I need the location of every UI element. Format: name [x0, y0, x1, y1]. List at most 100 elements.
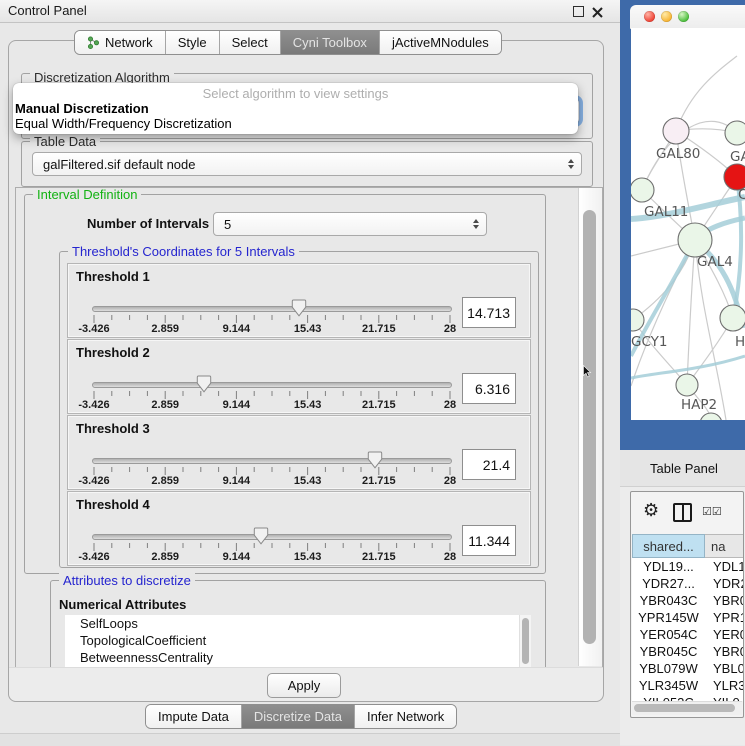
numerical-attributes-list[interactable]: SelfLoopsTopologicalCoefficientBetweenne… — [65, 615, 531, 669]
group-title: Threshold's Coordinates for 5 Intervals — [68, 244, 299, 259]
select-columns-checkbox-icons[interactable]: ☑☑ — [702, 505, 722, 518]
cell-shared-name: YDL19... — [632, 558, 705, 575]
threshold-value-field[interactable]: 6.316 — [462, 373, 516, 404]
node-label: GA — [730, 149, 745, 165]
table-data-value: galFiltered.sif default node — [43, 157, 195, 172]
close-traffic-light-icon[interactable] — [644, 11, 655, 22]
slider-thumb[interactable] — [291, 299, 307, 317]
network-node-green[interactable] — [700, 413, 722, 420]
table-panel-titlebar: Table Panel — [620, 450, 745, 487]
number-of-intervals-select[interactable]: 5 — [213, 212, 487, 236]
tab-jactivemnodules[interactable]: jActiveMNodules — [380, 31, 501, 54]
network-node-green[interactable] — [631, 178, 654, 202]
network-node-green[interactable] — [678, 223, 712, 257]
column-header-shared-name[interactable]: shared... — [632, 534, 705, 558]
slider-track[interactable] — [92, 534, 452, 540]
stepper-arrows-icon — [568, 159, 574, 169]
table-data-select[interactable]: galFiltered.sif default node — [32, 152, 582, 176]
close-icon[interactable] — [592, 5, 603, 16]
slider-tick-label: 15.43 — [294, 323, 322, 335]
threshold-value-field[interactable]: 21.4 — [462, 449, 516, 480]
table-row[interactable]: YBR043CYBR0 — [632, 592, 743, 609]
tab-style[interactable]: Style — [166, 31, 220, 54]
threshold-slider[interactable]: -3.4262.8599.14415.4321.71528 — [92, 373, 452, 411]
vertical-scrollbar[interactable] — [578, 188, 602, 666]
mouse-cursor — [583, 365, 592, 378]
settings-scroll-area: Interval Definition Number of Intervals … — [15, 187, 603, 669]
list-item[interactable]: SelfLoops — [65, 615, 531, 632]
cell-name: YER0 — [705, 626, 743, 643]
network-window-frame: GAL80GACGAL11GAL4GCY1HHAP2 — [620, 0, 745, 450]
node-label: HAP2 — [681, 397, 717, 413]
list-item[interactable]: BetweennessCentrality — [65, 649, 531, 666]
threshold-slider[interactable]: -3.4262.8599.14415.4321.71528 — [92, 449, 452, 487]
network-node-pink[interactable] — [663, 118, 689, 144]
slider-tick-label: 21.715 — [362, 551, 396, 563]
list-item[interactable]: TopologicalCoefficient — [65, 632, 531, 649]
network-node-green[interactable] — [725, 121, 745, 145]
scrollbar-thumb[interactable] — [583, 210, 596, 644]
table-row[interactable]: YDR27...YDR2 — [632, 575, 743, 592]
network-window-titlebar[interactable] — [630, 5, 745, 29]
network-view-canvas[interactable]: GAL80GACGAL11GAL4GCY1HHAP2 — [631, 28, 745, 420]
network-node-green[interactable] — [720, 305, 745, 331]
tab-infer-network[interactable]: Infer Network — [355, 705, 456, 728]
network-edge[interactable] — [687, 240, 695, 385]
settings-gear-icon[interactable]: ⚙ — [643, 500, 659, 521]
window-bottom-edge — [0, 733, 620, 746]
apply-button[interactable]: Apply — [267, 673, 341, 698]
list-scrollbar[interactable] — [519, 615, 531, 669]
slider-thumb[interactable] — [253, 527, 269, 545]
algorithm-dropdown-popup: Select algorithm to view settings Manual… — [13, 83, 578, 134]
slider-track[interactable] — [92, 382, 452, 388]
tab-discretize-data[interactable]: Discretize Data — [242, 705, 355, 728]
apply-row: Apply — [9, 667, 603, 701]
slider-tick-label: 9.144 — [223, 551, 251, 563]
slider-track[interactable] — [92, 458, 452, 464]
cell-shared-name: YBR045C — [632, 643, 705, 660]
node-label: H — [735, 334, 745, 350]
scrollbar-thumb[interactable] — [634, 704, 735, 712]
column-header-name[interactable]: na — [705, 534, 743, 558]
slider-track[interactable] — [92, 306, 452, 312]
table-rows: YDL19...YDL1YDR27...YDR2YBR043CYBR0YPR14… — [632, 558, 743, 701]
threshold-slider[interactable]: -3.4262.8599.14415.4321.71528 — [92, 525, 452, 563]
threshold-panel: Threshold 4-3.4262.8599.14415.4321.71528… — [67, 491, 531, 566]
cell-name: YDR2 — [705, 575, 743, 592]
horizontal-scrollbar[interactable] — [632, 701, 742, 715]
table-row[interactable]: YPR145WYPR1 — [632, 609, 743, 626]
interval-definition-group: Interval Definition Number of Intervals … — [24, 194, 546, 574]
table-row[interactable]: YIL052CYIL0 — [632, 694, 743, 701]
popup-item-equal-width-frequency[interactable]: Equal Width/Frequency Discretization — [13, 116, 578, 131]
threshold-value-field[interactable]: 11.344 — [462, 525, 516, 556]
split-columns-icon[interactable] — [673, 503, 692, 522]
tab-network[interactable]: Network — [75, 31, 166, 54]
slider-thumb[interactable] — [367, 451, 383, 469]
table-row[interactable]: YER054CYER0 — [632, 626, 743, 643]
zoom-traffic-light-icon[interactable] — [678, 11, 689, 22]
minimize-traffic-light-icon[interactable] — [661, 11, 672, 22]
slider-tick-label: 15.43 — [294, 551, 322, 563]
threshold-value-field[interactable]: 14.713 — [462, 297, 516, 328]
numerical-attributes-label: Numerical Attributes — [59, 597, 186, 612]
threshold-slider[interactable]: -3.4262.8599.14415.4321.71528 — [92, 297, 452, 335]
tab-cyni-toolbox[interactable]: Cyni Toolbox — [281, 31, 380, 54]
table-row[interactable]: YDL19...YDL1 — [632, 558, 743, 575]
network-edge[interactable] — [676, 56, 737, 131]
popup-item-manual-discretization[interactable]: Manual Discretization — [13, 101, 578, 116]
tab-impute-data[interactable]: Impute Data — [146, 705, 242, 728]
network-node-green[interactable] — [676, 374, 698, 396]
table-row[interactable]: YBL079WYBL0 — [632, 660, 743, 677]
float-window-icon[interactable] — [573, 6, 584, 17]
cell-name: YLR3 — [705, 677, 743, 694]
table-row[interactable]: YLR345WYLR3 — [632, 677, 743, 694]
slider-thumb[interactable] — [196, 375, 212, 393]
cell-name: YBL0 — [705, 660, 743, 677]
number-of-intervals-value: 5 — [224, 217, 231, 232]
bottom-tab-bar: Impute DataDiscretize DataInfer Network — [145, 704, 457, 729]
group-title: Attributes to discretize — [59, 573, 195, 588]
table-row[interactable]: YBR045CYBR0 — [632, 643, 743, 660]
slider-tick-label: 28 — [444, 323, 456, 335]
cell-name: YBR0 — [705, 592, 743, 609]
tab-select[interactable]: Select — [220, 31, 281, 54]
